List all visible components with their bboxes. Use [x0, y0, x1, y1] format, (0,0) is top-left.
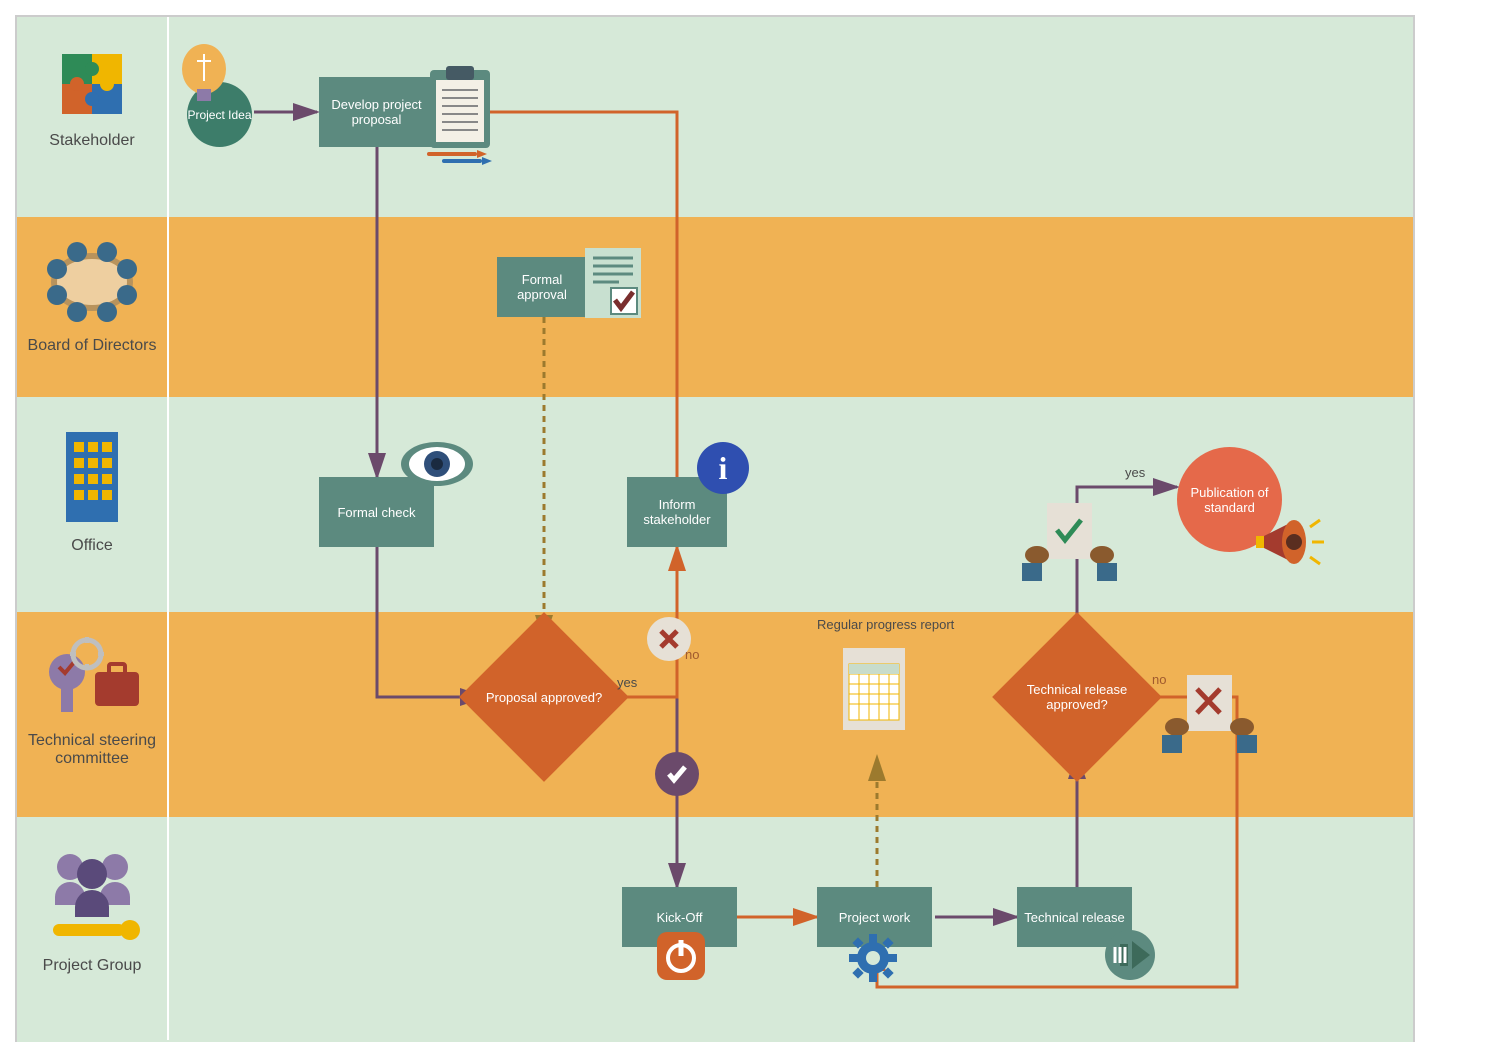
clipboard-icon	[422, 62, 502, 167]
hands-check-icon	[1022, 495, 1117, 585]
building-icon	[52, 422, 132, 532]
spreadsheet-icon	[837, 642, 912, 737]
label-tsc-text: Technical steering committee	[28, 732, 156, 767]
briefcase-icon	[37, 632, 147, 727]
label-pg-text: Project Group	[43, 957, 142, 974]
arrow-circle-icon	[1102, 927, 1158, 983]
node-formal-approval: Formal approval	[497, 257, 587, 317]
megaphone-icon	[1252, 512, 1327, 577]
info-icon: i	[697, 442, 749, 494]
node-develop: Develop project proposal	[319, 77, 434, 147]
node-develop-text: Develop project proposal	[325, 97, 428, 127]
hands-cross-icon	[1162, 667, 1257, 757]
node-project-idea-text: Project Idea	[187, 108, 251, 122]
edge-yes-1: yes	[617, 675, 637, 690]
bulb-icon	[177, 39, 232, 109]
team-icon	[35, 842, 150, 952]
node-publication-text: Publication of standard	[1185, 485, 1274, 515]
edge-no-1: no	[685, 647, 699, 662]
edge-yes-2: yes	[1125, 465, 1145, 480]
meeting-table-icon	[37, 227, 147, 332]
node-formal-approval-text: Formal approval	[503, 272, 581, 302]
power-icon	[657, 932, 705, 980]
document-check-icon	[577, 242, 652, 327]
node-tech-release-approved-text: Technical release approved?	[1017, 682, 1137, 712]
node-formal-check-text: Formal check	[337, 505, 415, 520]
node-technical-release-text: Technical release	[1024, 910, 1124, 925]
label-stakeholder-text: Stakeholder	[49, 132, 134, 149]
edge-no-2: no	[1152, 672, 1166, 687]
label-office-text: Office	[71, 537, 113, 554]
gear-icon	[847, 932, 899, 984]
node-proposal-approved-text: Proposal approved?	[486, 690, 602, 705]
accept-icon	[655, 752, 699, 796]
label-board: Board of Directors	[17, 227, 167, 355]
puzzle-icon	[50, 42, 135, 127]
lane-board	[17, 217, 1413, 397]
label-office: Office	[17, 422, 167, 555]
node-project-work-text: Project work	[839, 910, 911, 925]
node-inform-text: Inform stakeholder	[633, 497, 721, 527]
swimlane-diagram: Stakeholder Board of Directors Office Te…	[15, 15, 1415, 1042]
lane-divider	[167, 17, 169, 1040]
node-proposal-approved: Proposal approved?	[484, 637, 604, 757]
label-board-text: Board of Directors	[28, 337, 157, 354]
node-tech-release-approved: Technical release approved?	[1017, 637, 1137, 757]
label-tsc: Technical steering committee	[17, 632, 167, 768]
label-progress-report: Regular progress report	[817, 617, 954, 632]
eye-icon	[397, 437, 477, 492]
label-pg: Project Group	[17, 842, 167, 975]
node-kickoff-text: Kick-Off	[657, 910, 703, 925]
label-stakeholder: Stakeholder	[17, 42, 167, 150]
